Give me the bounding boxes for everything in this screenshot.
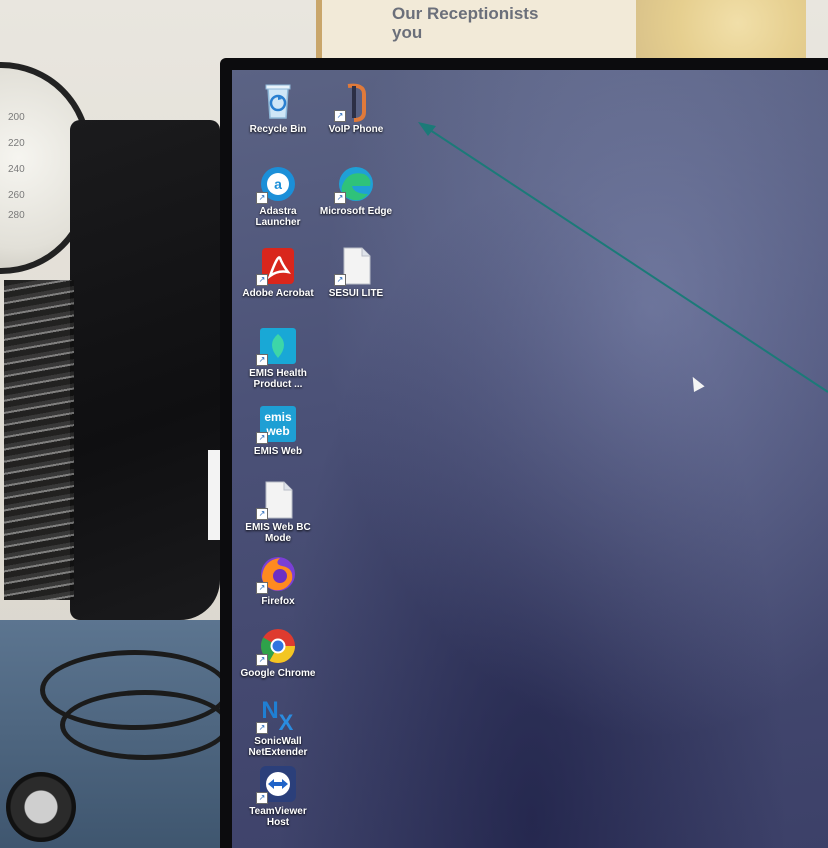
desktop-icon-emis-web-bc-mode[interactable]: ↗ EMIS Web BC Mode xyxy=(238,480,318,544)
desktop-icon-label: SESUI LITE xyxy=(328,288,384,299)
svg-text:emis: emis xyxy=(264,410,292,424)
poster-decoration xyxy=(636,0,806,58)
desktop-icon-sonicwall-netextender[interactable]: N X ↗ SonicWall NetExtender xyxy=(238,694,318,758)
firefox-icon: ↗ xyxy=(256,554,300,594)
gauge-tick: 240 xyxy=(8,164,25,175)
svg-text:N: N xyxy=(261,697,278,724)
document-icon: ↗ xyxy=(256,480,300,520)
adastra-icon: a ↗ xyxy=(256,164,300,204)
gauge-tick: 200 xyxy=(8,112,25,123)
poster: Our Receptionists you xyxy=(316,0,652,58)
desktop-icon-adastra-launcher[interactable]: a ↗ Adastra Launcher xyxy=(238,164,318,228)
desktop-icon-label: Recycle Bin xyxy=(249,124,307,135)
svg-text:a: a xyxy=(274,176,282,192)
shortcut-arrow-icon: ↗ xyxy=(256,274,268,286)
desktop-icon-label: SonicWall NetExtender xyxy=(248,736,308,758)
desktop-icon-label: Google Chrome xyxy=(240,668,316,679)
gauge-tick: 260 xyxy=(8,190,25,201)
shortcut-arrow-icon: ↗ xyxy=(256,722,268,734)
shortcut-arrow-icon: ↗ xyxy=(256,654,268,666)
desktop-icon-label: EMIS Web BC Mode xyxy=(245,522,311,544)
desktop-icon-label: Firefox xyxy=(261,596,295,607)
desktop-icon-teamviewer-host[interactable]: ↗ TeamViewer Host xyxy=(238,764,318,828)
svg-text:web: web xyxy=(265,424,289,438)
shortcut-arrow-icon: ↗ xyxy=(334,110,346,122)
desktop-icon-firefox[interactable]: ↗ Firefox xyxy=(238,554,318,607)
desktop-icon-label: Adastra Launcher xyxy=(255,206,301,228)
desktop-icon-label: Adobe Acrobat xyxy=(242,288,314,299)
desktop-icon-sesui-lite[interactable]: ↗ SESUI LITE xyxy=(316,246,396,299)
shortcut-arrow-icon: ↗ xyxy=(256,792,268,804)
desktop-icon-label: TeamViewer Host xyxy=(249,806,307,828)
shortcut-arrow-icon: ↗ xyxy=(256,508,268,520)
desktop-icon-label: EMIS Web xyxy=(253,446,303,457)
shortcut-arrow-icon: ↗ xyxy=(256,432,268,444)
desktop-icon-label: Microsoft Edge xyxy=(319,206,393,217)
mouse-pointer-icon xyxy=(687,374,705,392)
desktop-icon-microsoft-edge[interactable]: ↗ Microsoft Edge xyxy=(316,164,396,217)
coiled-cable xyxy=(4,280,74,600)
poster-text: Our Receptionists you xyxy=(392,4,539,42)
voip-phone-icon: ↗ xyxy=(334,82,378,122)
teamviewer-icon: ↗ xyxy=(256,764,300,804)
document-icon: ↗ xyxy=(334,246,378,286)
cable-loop xyxy=(60,690,230,760)
desktop-icon-google-chrome[interactable]: ↗ Google Chrome xyxy=(238,626,318,679)
desktop-icon-label: VoIP Phone xyxy=(328,124,384,135)
photo-scene: Our Receptionists you 200 220 240 260 28… xyxy=(0,0,828,848)
svg-text:X: X xyxy=(279,710,294,734)
netextender-icon: N X ↗ xyxy=(256,694,300,735)
shortcut-arrow-icon: ↗ xyxy=(256,354,268,366)
shortcut-arrow-icon: ↗ xyxy=(256,192,268,204)
headset xyxy=(6,772,76,842)
shortcut-arrow-icon: ↗ xyxy=(334,274,346,286)
emis-health-icon: ↗ xyxy=(256,326,300,366)
chrome-icon: ↗ xyxy=(256,626,300,666)
gauge-tick: 280 xyxy=(8,210,25,221)
emis-web-icon: emis web ↗ xyxy=(256,404,300,444)
shortcut-arrow-icon: ↗ xyxy=(256,582,268,594)
desktop-icon-label: EMIS Health Product ... xyxy=(249,368,307,390)
gauge-tick: 220 xyxy=(8,138,25,149)
desktop-icon-emis-health-product[interactable]: ↗ EMIS Health Product ... xyxy=(238,326,318,390)
desktop-icon-adobe-acrobat[interactable]: ↗ Adobe Acrobat xyxy=(238,246,318,299)
acrobat-icon: ↗ xyxy=(256,246,300,286)
edge-icon: ↗ xyxy=(334,164,378,204)
desktop[interactable]: Recycle Bin ↗ VoIP Phone a ↗ Adastra Lau… xyxy=(232,70,828,848)
shortcut-arrow-icon: ↗ xyxy=(334,192,346,204)
desktop-icon-voip-phone[interactable]: ↗ VoIP Phone xyxy=(316,82,396,135)
recycle-bin-icon xyxy=(256,82,300,122)
blood-pressure-cuff xyxy=(70,120,220,620)
desktop-icon-recycle-bin[interactable]: Recycle Bin xyxy=(238,82,318,135)
desktop-icon-emis-web[interactable]: emis web ↗ EMIS Web xyxy=(238,404,318,457)
